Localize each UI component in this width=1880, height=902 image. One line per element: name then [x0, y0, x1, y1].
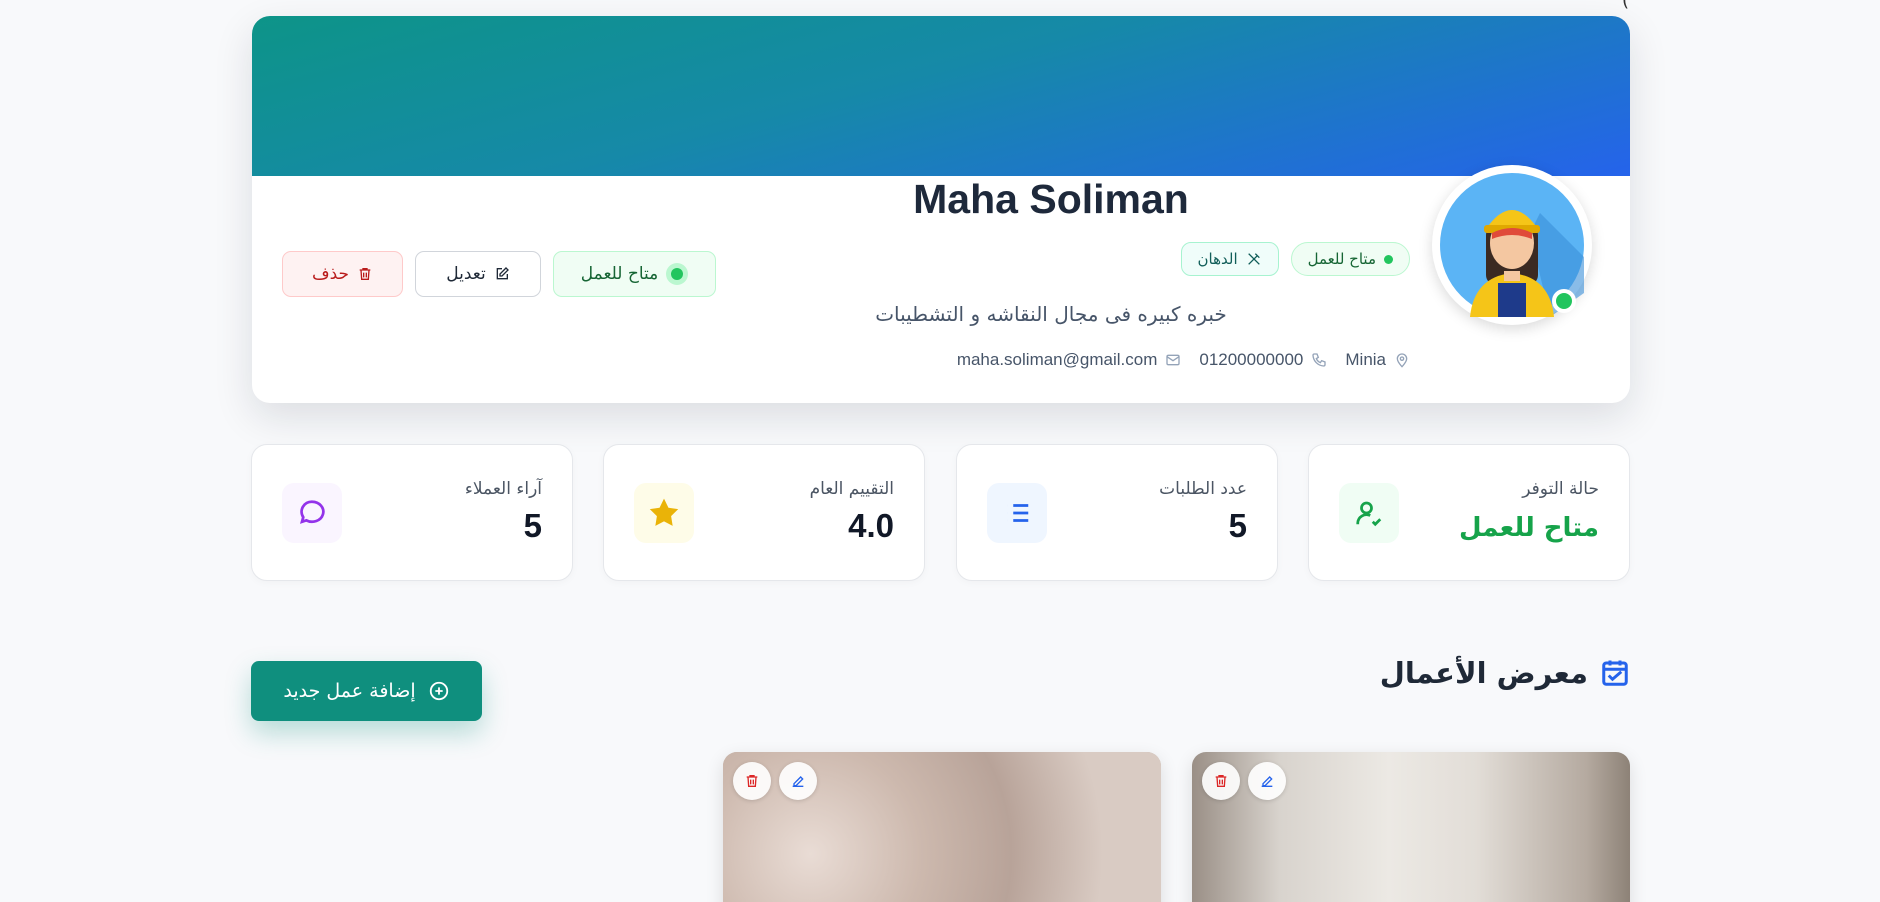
edit-work-button[interactable] [779, 762, 817, 800]
stat-availability: حالة التوفر متاح للعمل [1308, 444, 1630, 581]
edit-icon [496, 267, 509, 280]
stat-reviews: آراء العملاء 5 [251, 444, 573, 581]
delete-button[interactable]: حذف [282, 251, 403, 297]
craft-badge: الدهان [1180, 242, 1279, 276]
mail-icon [1166, 354, 1181, 366]
corner-glyph: ( [1622, 0, 1630, 11]
trash-icon [746, 775, 758, 787]
stat-label: حالة التوفر [1522, 479, 1599, 499]
gallery-title: معرض الأعمال [1380, 656, 1630, 690]
add-work-button[interactable]: إضافة عمل جديد [251, 661, 482, 721]
email-text: maha.soliman@gmail.com [956, 350, 1158, 369]
location-text: Minia [1345, 350, 1386, 369]
trash-icon [1215, 775, 1227, 787]
work-item[interactable] [1192, 752, 1630, 902]
delete-button-label: حذف [311, 264, 350, 284]
user-check-icon [1356, 501, 1382, 527]
map-pin-icon [1396, 353, 1408, 368]
edit-button-label: تعديل [446, 264, 486, 284]
status-badge-label: متاح للعمل [1307, 250, 1376, 268]
contact-phone: 01200000000 [1199, 350, 1327, 370]
availability-button-label: متاح للعمل [580, 264, 659, 284]
stat-icon-box [282, 483, 342, 543]
gallery-icon [1602, 660, 1628, 686]
stat-icon-box [1339, 483, 1399, 543]
tools-icon [1247, 253, 1260, 265]
status-badge: متاح للعمل [1290, 242, 1410, 276]
contact-location: Minia [1345, 350, 1410, 370]
stat-value: 5 [523, 507, 542, 544]
status-dot-icon [1384, 254, 1393, 264]
edit-work-button[interactable] [1248, 762, 1286, 800]
stat-value: 5 [1228, 507, 1247, 544]
stat-icon-box [634, 483, 694, 543]
trash-icon [359, 268, 371, 280]
edit-button[interactable]: تعديل [415, 251, 541, 297]
stat-label: عدد الطلبات [1159, 479, 1247, 499]
message-circle-icon [299, 500, 325, 524]
profile-cover [252, 16, 1630, 176]
add-work-button-label: إضافة عمل جديد [283, 680, 416, 702]
delete-work-button[interactable] [733, 762, 771, 800]
profile-card: Maha Soliman متاح للعمل الدهان خبره كبير… [252, 16, 1630, 403]
stat-orders: عدد الطلبات 5 [956, 444, 1278, 581]
contact-email: maha.soliman@gmail.com [957, 350, 1182, 370]
work-item[interactable] [723, 752, 1161, 902]
craft-badge-label: الدهان [1197, 250, 1238, 268]
stat-value: متاح للعمل [1459, 513, 1599, 543]
phone-icon [1312, 353, 1327, 367]
stat-value: 4.0 [848, 507, 894, 544]
star-icon [649, 498, 679, 526]
stat-icon-box [987, 483, 1047, 543]
gallery-title-text: معرض الأعمال [1379, 656, 1588, 690]
stat-label: آراء العملاء [464, 479, 542, 499]
contact-info: Minia 01200000000 maha.soliman@gmail.com [957, 350, 1410, 370]
profile-bio: خبره كبيره فى مجال النقاشه و التشطيبات [875, 302, 1227, 326]
stat-label: التقييم العام [809, 479, 894, 499]
profile-actions: حذف تعديل متاح للعمل [282, 251, 716, 297]
list-icon [1007, 504, 1029, 522]
edit-icon [1261, 776, 1273, 787]
availability-toggle-button[interactable]: متاح للعمل [553, 251, 716, 297]
plus-circle-icon [429, 681, 448, 701]
profile-name: Maha Soliman [913, 176, 1189, 222]
delete-work-button[interactable] [1202, 762, 1240, 800]
edit-icon [792, 776, 804, 787]
stat-rating: التقييم العام 4.0 [603, 444, 925, 581]
profile-tags: متاح للعمل الدهان [1180, 242, 1410, 276]
availability-dot-icon [666, 263, 689, 285]
phone-text: 01200000000 [1199, 350, 1304, 369]
